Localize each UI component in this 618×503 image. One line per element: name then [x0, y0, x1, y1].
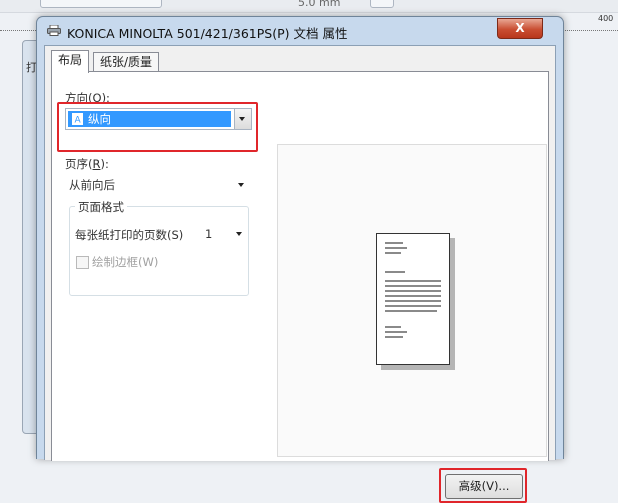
tab-paper-quality-label: 纸张/质量 [100, 55, 153, 69]
portrait-page-preview [376, 233, 450, 365]
ruler-number: 400 [598, 14, 614, 23]
background-toolbar: 5.0 mm [0, 0, 618, 13]
chevron-down-icon [236, 232, 242, 236]
page-order-value: 从前向后 [69, 178, 115, 192]
ruler-left [0, 22, 36, 31]
tab-layout[interactable]: 布局 [51, 50, 90, 73]
printer-icon [47, 25, 61, 36]
printer-properties-dialog: KONICA MINOLTA 501/421/361PS(P) 文档 属性 X … [36, 16, 564, 503]
close-icon: X [515, 21, 525, 35]
ruler-right [562, 22, 618, 31]
page-order-label: 页序(R): [65, 157, 109, 171]
close-button[interactable]: X [497, 18, 543, 39]
draw-borders-checkbox[interactable] [76, 256, 89, 269]
dialog-titlebar[interactable]: KONICA MINOLTA 501/421/361PS(P) 文档 属性 X [37, 17, 563, 45]
background-title-fragment: 5.0 mm [298, 0, 341, 9]
page-format-label: 页面格式 [75, 199, 127, 215]
background-toolbar-button [40, 0, 162, 8]
pages-per-sheet-value: 1 [205, 227, 213, 241]
advanced-button-highlight [439, 468, 527, 503]
layout-tab-page: 方向(O): A 纵向 页序(R): 从前向后 页面格式 每张纸打印的页数(S)… [51, 71, 549, 503]
pages-per-sheet-label: 每张纸打印的页数(S) [75, 228, 184, 242]
background-toolbar-button [370, 0, 394, 8]
draw-borders-label: 绘制边框(W) [92, 255, 159, 269]
pages-per-sheet-dropdown[interactable]: 1 [200, 222, 248, 244]
page-format-group [69, 206, 249, 296]
page-order-dropdown[interactable]: 从前向后 [65, 174, 248, 194]
orientation-highlight [57, 102, 258, 152]
layout-preview [277, 144, 547, 457]
tab-layout-label: 布局 [58, 53, 83, 67]
dialog-client-area: 布局 纸张/质量 方向(O): A 纵向 页序(R): 从前向后 页面格式 每张… [44, 45, 556, 503]
chevron-down-icon [238, 183, 244, 187]
tab-paper-quality[interactable]: 纸张/质量 [93, 52, 160, 72]
dialog-title: KONICA MINOLTA 501/421/361PS(P) 文档 属性 [67, 26, 348, 41]
